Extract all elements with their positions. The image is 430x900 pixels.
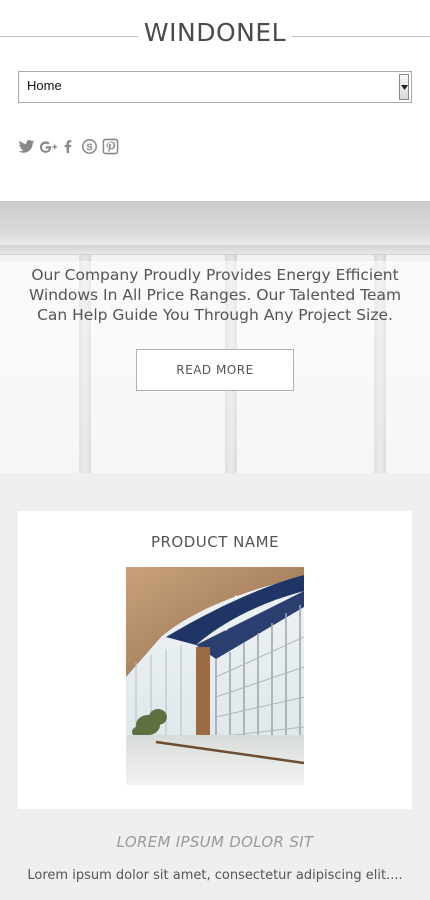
twitter-icon[interactable] [18, 138, 37, 158]
product-image[interactable] [126, 567, 304, 785]
chevron-down-icon [401, 85, 408, 90]
product-card: PRODUCT NAME [18, 511, 412, 809]
hero-banner: Our Company Proudly Provides Energy Effi… [0, 201, 430, 473]
product-section: PRODUCT NAME LOREM IPSUM DOLOR SIT Lorem… [0, 473, 430, 900]
product-description: Lorem ipsum dolor sit amet, consectetur … [27, 868, 403, 883]
google-plus-icon[interactable] [39, 138, 58, 158]
site-logo[interactable]: WINDONEL [138, 18, 292, 47]
pinterest-icon[interactable] [102, 138, 121, 158]
facebook-icon[interactable] [60, 138, 79, 158]
skype-icon[interactable] [81, 138, 100, 158]
header: WINDONEL [0, 0, 430, 72]
hero-text: Our Company Proudly Provides Energy Effi… [28, 266, 402, 324]
navigation-select-value: Home [27, 78, 62, 93]
logo-divider-right [292, 36, 430, 37]
product-image-graphic [126, 567, 304, 785]
navigation-select[interactable]: Home [18, 71, 412, 103]
hero-beam [0, 245, 430, 255]
read-more-button[interactable]: READ MORE [136, 349, 294, 391]
dropdown-button[interactable] [399, 74, 409, 100]
logo-divider-left [0, 36, 138, 37]
product-subtitle: LOREM IPSUM DOLOR SIT [116, 833, 314, 851]
hero-ceiling [0, 201, 430, 245]
product-title[interactable]: PRODUCT NAME [18, 533, 412, 551]
social-links [18, 138, 121, 158]
